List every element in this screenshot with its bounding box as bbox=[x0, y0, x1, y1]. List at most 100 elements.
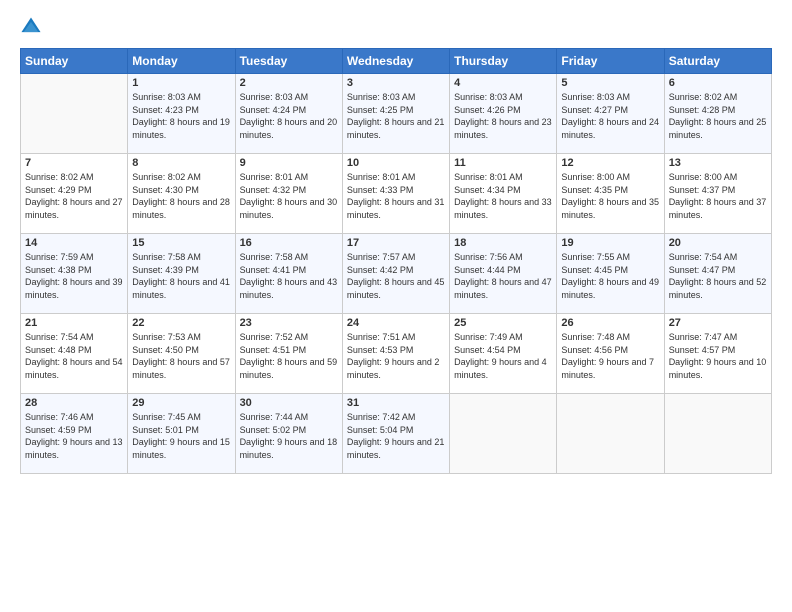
day-info: Sunrise: 7:54 AMSunset: 4:47 PMDaylight:… bbox=[669, 251, 767, 301]
day-cell: 17 Sunrise: 7:57 AMSunset: 4:42 PMDayligh… bbox=[342, 234, 449, 314]
weekday-header-sunday: Sunday bbox=[21, 49, 128, 74]
week-row-5: 28Sunrise: 7:46 AMSunset: 4:59 PMDayligh… bbox=[21, 394, 772, 474]
day-number: 20 bbox=[669, 237, 767, 249]
day-cell: 23 Sunrise: 7:52 AMSunset: 4:51 PMDayligh… bbox=[235, 314, 342, 394]
day-number: 6 bbox=[669, 77, 767, 89]
week-row-4: 21Sunrise: 7:54 AMSunset: 4:48 PMDayligh… bbox=[21, 314, 772, 394]
day-number: 14 bbox=[25, 237, 123, 249]
day-cell: 11Sunrise: 8:01 AMSunset: 4:34 PMDayligh… bbox=[450, 154, 557, 234]
weekday-header-wednesday: Wednesday bbox=[342, 49, 449, 74]
day-number: 2 bbox=[240, 77, 338, 89]
day-info: Sunrise: 7:58 AMSunset: 4:39 PMDaylight:… bbox=[132, 251, 230, 301]
day-info: Sunrise: 7:58 AMSunset: 4:41 PMDaylight:… bbox=[240, 251, 338, 301]
week-row-3: 14 Sunrise: 7:59 AMSunset: 4:38 PMDayligh… bbox=[21, 234, 772, 314]
day-cell: 22 Sunrise: 7:53 AMSunset: 4:50 PMDayligh… bbox=[128, 314, 235, 394]
day-number: 26 bbox=[561, 317, 659, 329]
day-info: Sunrise: 8:03 AMSunset: 4:24 PMDaylight:… bbox=[240, 91, 338, 141]
day-cell: 1 Sunrise: 8:03 AMSunset: 4:23 PMDaylight… bbox=[128, 74, 235, 154]
day-cell: 21Sunrise: 7:54 AMSunset: 4:48 PMDayligh… bbox=[21, 314, 128, 394]
day-cell: 19 Sunrise: 7:55 AMSunset: 4:45 PMDayligh… bbox=[557, 234, 664, 314]
day-cell: 13 Sunrise: 8:00 AMSunset: 4:37 PMDayligh… bbox=[664, 154, 771, 234]
day-number: 22 bbox=[132, 317, 230, 329]
logo-icon bbox=[20, 16, 42, 38]
weekday-header-thursday: Thursday bbox=[450, 49, 557, 74]
day-cell: 14 Sunrise: 7:59 AMSunset: 4:38 PMDayligh… bbox=[21, 234, 128, 314]
weekday-header-saturday: Saturday bbox=[664, 49, 771, 74]
day-cell: 8 Sunrise: 8:02 AMSunset: 4:30 PMDaylight… bbox=[128, 154, 235, 234]
day-cell: 2 Sunrise: 8:03 AMSunset: 4:24 PMDaylight… bbox=[235, 74, 342, 154]
day-number: 3 bbox=[347, 77, 445, 89]
day-info: Sunrise: 8:00 AMSunset: 4:37 PMDaylight:… bbox=[669, 171, 767, 221]
week-row-1: 1 Sunrise: 8:03 AMSunset: 4:23 PMDaylight… bbox=[21, 74, 772, 154]
day-info: Sunrise: 7:57 AMSunset: 4:42 PMDaylight:… bbox=[347, 251, 445, 301]
day-info: Sunrise: 8:03 AMSunset: 4:23 PMDaylight:… bbox=[132, 91, 230, 141]
day-number: 10 bbox=[347, 157, 445, 169]
day-info: Sunrise: 7:56 AMSunset: 4:44 PMDaylight:… bbox=[454, 251, 552, 301]
day-cell: 28Sunrise: 7:46 AMSunset: 4:59 PMDayligh… bbox=[21, 394, 128, 474]
day-cell: 4 Sunrise: 8:03 AMSunset: 4:26 PMDaylight… bbox=[450, 74, 557, 154]
day-info: Sunrise: 7:48 AMSunset: 4:56 PMDaylight:… bbox=[561, 331, 659, 381]
day-info: Sunrise: 8:03 AMSunset: 4:27 PMDaylight:… bbox=[561, 91, 659, 141]
day-info: Sunrise: 8:01 AMSunset: 4:32 PMDaylight:… bbox=[240, 171, 338, 221]
day-cell: 24Sunrise: 7:51 AMSunset: 4:53 PMDayligh… bbox=[342, 314, 449, 394]
calendar-page: SundayMondayTuesdayWednesdayThursdayFrid… bbox=[0, 0, 792, 612]
day-info: Sunrise: 7:42 AMSunset: 5:04 PMDaylight:… bbox=[347, 411, 445, 461]
day-cell: 25 Sunrise: 7:49 AMSunset: 4:54 PMDayligh… bbox=[450, 314, 557, 394]
day-cell: 9 Sunrise: 8:01 AMSunset: 4:32 PMDaylight… bbox=[235, 154, 342, 234]
day-info: Sunrise: 8:01 AMSunset: 4:34 PMDaylight:… bbox=[454, 171, 552, 221]
day-info: Sunrise: 7:52 AMSunset: 4:51 PMDaylight:… bbox=[240, 331, 338, 381]
day-number: 19 bbox=[561, 237, 659, 249]
weekday-header-tuesday: Tuesday bbox=[235, 49, 342, 74]
day-cell bbox=[450, 394, 557, 474]
day-number: 30 bbox=[240, 397, 338, 409]
day-info: Sunrise: 7:53 AMSunset: 4:50 PMDaylight:… bbox=[132, 331, 230, 381]
logo bbox=[20, 16, 44, 38]
day-info: Sunrise: 8:02 AMSunset: 4:28 PMDaylight:… bbox=[669, 91, 767, 141]
day-number: 27 bbox=[669, 317, 767, 329]
day-number: 23 bbox=[240, 317, 338, 329]
day-number: 18 bbox=[454, 237, 552, 249]
day-info: Sunrise: 8:01 AMSunset: 4:33 PMDaylight:… bbox=[347, 171, 445, 221]
day-info: Sunrise: 8:03 AMSunset: 4:26 PMDaylight:… bbox=[454, 91, 552, 141]
day-number: 12 bbox=[561, 157, 659, 169]
day-cell: 10 Sunrise: 8:01 AMSunset: 4:33 PMDayligh… bbox=[342, 154, 449, 234]
day-number: 9 bbox=[240, 157, 338, 169]
day-info: Sunrise: 7:51 AMSunset: 4:53 PMDaylight:… bbox=[347, 331, 445, 381]
day-info: Sunrise: 8:02 AMSunset: 4:29 PMDaylight:… bbox=[25, 171, 123, 221]
day-cell bbox=[21, 74, 128, 154]
day-cell bbox=[664, 394, 771, 474]
day-number: 8 bbox=[132, 157, 230, 169]
week-row-2: 7 Sunrise: 8:02 AMSunset: 4:29 PMDaylight… bbox=[21, 154, 772, 234]
day-info: Sunrise: 7:44 AMSunset: 5:02 PMDaylight:… bbox=[240, 411, 338, 461]
day-cell: 3 Sunrise: 8:03 AMSunset: 4:25 PMDaylight… bbox=[342, 74, 449, 154]
day-cell: 15 Sunrise: 7:58 AMSunset: 4:39 PMDayligh… bbox=[128, 234, 235, 314]
day-number: 21 bbox=[25, 317, 123, 329]
day-cell: 20 Sunrise: 7:54 AMSunset: 4:47 PMDayligh… bbox=[664, 234, 771, 314]
day-number: 15 bbox=[132, 237, 230, 249]
day-cell: 12 Sunrise: 8:00 AMSunset: 4:35 PMDayligh… bbox=[557, 154, 664, 234]
calendar-table: SundayMondayTuesdayWednesdayThursdayFrid… bbox=[20, 48, 772, 474]
weekday-header-friday: Friday bbox=[557, 49, 664, 74]
day-number: 29 bbox=[132, 397, 230, 409]
day-info: Sunrise: 8:00 AMSunset: 4:35 PMDaylight:… bbox=[561, 171, 659, 221]
day-cell: 5 Sunrise: 8:03 AMSunset: 4:27 PMDaylight… bbox=[557, 74, 664, 154]
day-info: Sunrise: 8:02 AMSunset: 4:30 PMDaylight:… bbox=[132, 171, 230, 221]
day-number: 17 bbox=[347, 237, 445, 249]
day-number: 31 bbox=[347, 397, 445, 409]
day-info: Sunrise: 8:03 AMSunset: 4:25 PMDaylight:… bbox=[347, 91, 445, 141]
day-number: 13 bbox=[669, 157, 767, 169]
day-cell: 6 Sunrise: 8:02 AMSunset: 4:28 PMDaylight… bbox=[664, 74, 771, 154]
day-number: 1 bbox=[132, 77, 230, 89]
day-info: Sunrise: 7:55 AMSunset: 4:45 PMDaylight:… bbox=[561, 251, 659, 301]
day-number: 7 bbox=[25, 157, 123, 169]
day-number: 5 bbox=[561, 77, 659, 89]
day-info: Sunrise: 7:49 AMSunset: 4:54 PMDaylight:… bbox=[454, 331, 552, 381]
day-info: Sunrise: 7:47 AMSunset: 4:57 PMDaylight:… bbox=[669, 331, 767, 381]
day-number: 28 bbox=[25, 397, 123, 409]
day-number: 25 bbox=[454, 317, 552, 329]
day-number: 4 bbox=[454, 77, 552, 89]
day-cell: 18 Sunrise: 7:56 AMSunset: 4:44 PMDayligh… bbox=[450, 234, 557, 314]
day-cell: 26 Sunrise: 7:48 AMSunset: 4:56 PMDayligh… bbox=[557, 314, 664, 394]
day-cell: 7 Sunrise: 8:02 AMSunset: 4:29 PMDaylight… bbox=[21, 154, 128, 234]
day-info: Sunrise: 7:59 AMSunset: 4:38 PMDaylight:… bbox=[25, 251, 123, 301]
